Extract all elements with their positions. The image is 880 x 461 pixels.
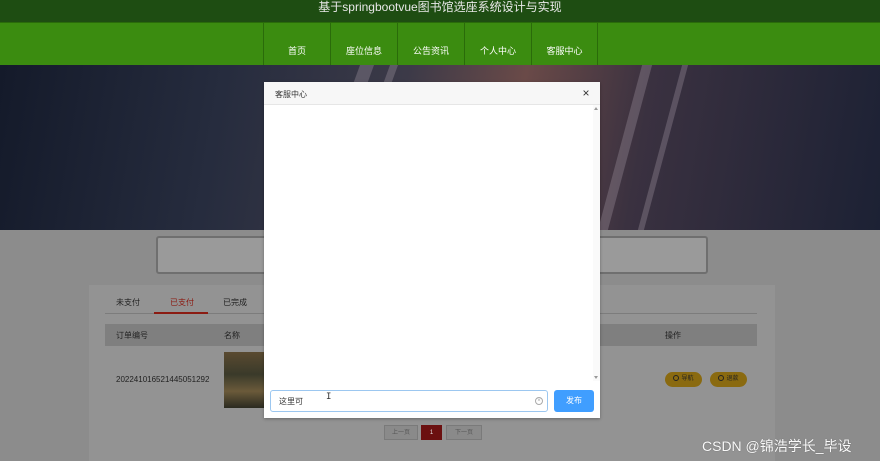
- watermark: CSDN @锦浩学长_毕设: [702, 438, 852, 454]
- site-title-bar: 基于springbootvue图书馆选座系统设计与实现: [0, 0, 880, 22]
- column-header-name: 名称: [224, 331, 240, 340]
- pagination-prev[interactable]: 上一页: [384, 425, 418, 440]
- nav-item-seats[interactable]: 座位信息: [330, 23, 397, 66]
- seat-thumbnail: [224, 352, 264, 408]
- column-header-order-no: 订单编号: [116, 331, 148, 340]
- scroll-up-arrow-icon[interactable]: [594, 107, 598, 110]
- tab-completed[interactable]: 已完成: [223, 297, 247, 308]
- nav-item-home[interactable]: 首页: [263, 23, 330, 66]
- support-dialog: 客服中心 × × 发布: [264, 82, 600, 418]
- active-tab-indicator: [154, 312, 208, 314]
- site-title: 基于springbootvue图书馆选座系统设计与实现: [318, 0, 562, 14]
- refund-icon: [718, 375, 725, 382]
- navigate-button[interactable]: 导航: [665, 372, 702, 387]
- close-icon[interactable]: ×: [580, 87, 592, 99]
- navigate-icon: [673, 375, 680, 382]
- nav-item-profile[interactable]: 个人中心: [464, 23, 531, 66]
- dialog-header: 客服中心 ×: [264, 82, 600, 105]
- text-cursor-icon: I: [326, 392, 332, 402]
- nav-item-support[interactable]: 客服中心: [531, 23, 598, 66]
- scroll-down-arrow-icon[interactable]: [594, 376, 598, 379]
- tab-paid[interactable]: 已支付: [170, 297, 194, 308]
- nav-item-news[interactable]: 公告资讯: [397, 23, 464, 66]
- message-input[interactable]: [270, 390, 548, 412]
- main-nav: 首页 座位信息 公告资讯 个人中心 客服中心: [0, 22, 880, 66]
- table-row-order-no: 20224101652144505​1292: [116, 375, 210, 384]
- tab-unpaid[interactable]: 未支付: [116, 297, 140, 308]
- nav-items: 首页 座位信息 公告资讯 个人中心 客服中心: [263, 23, 598, 66]
- refund-button[interactable]: 退款: [710, 372, 747, 387]
- pagination-next[interactable]: 下一页: [446, 425, 482, 440]
- chat-message-area[interactable]: [264, 105, 600, 381]
- column-header-actions: 操作: [665, 331, 681, 340]
- send-button[interactable]: 发布: [554, 390, 594, 412]
- pagination-page-1[interactable]: 1: [421, 425, 442, 440]
- dialog-title: 客服中心: [275, 90, 307, 99]
- clear-input-icon[interactable]: ×: [535, 397, 543, 405]
- chat-scrollbar[interactable]: [593, 105, 600, 381]
